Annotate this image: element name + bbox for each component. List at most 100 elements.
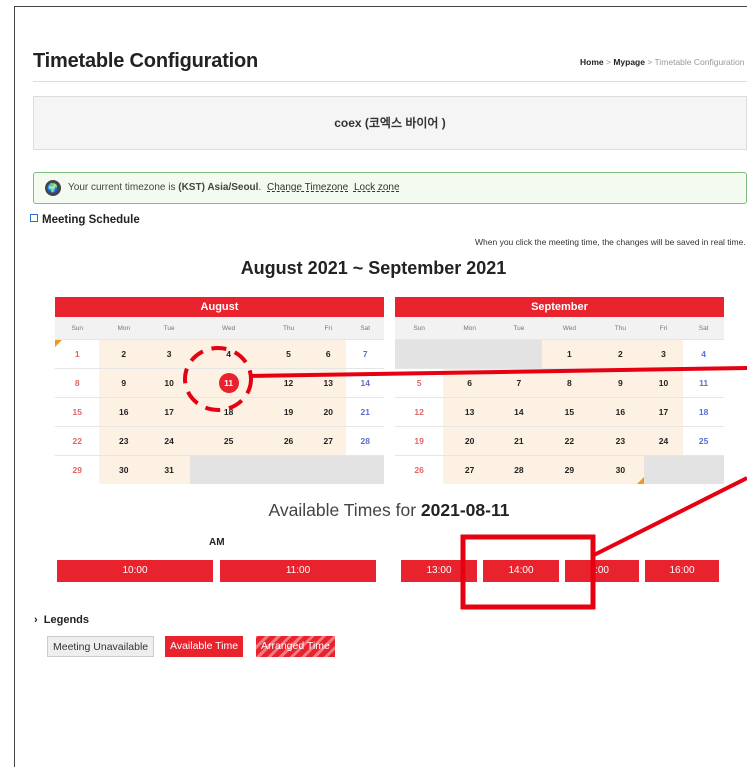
globe-icon: 🌍 [45, 180, 61, 196]
calendar-day[interactable]: 2 [99, 339, 149, 369]
breadcrumb-separator: > [603, 57, 614, 67]
calendar-day[interactable]: 1 [55, 339, 100, 369]
breadcrumb-home[interactable]: Home [580, 57, 604, 67]
calendar-day[interactable]: 10 [643, 368, 684, 398]
breadcrumb: Home > Mypage > Timetable Configuration [580, 57, 744, 67]
time-slot-button[interactable]: 13:00 [401, 560, 477, 582]
calendar-day[interactable]: 31 [148, 455, 191, 484]
meeting-schedule-label: Meeting Schedule [42, 214, 140, 226]
time-slot-button[interactable]: 16:00 [645, 560, 719, 582]
weekday-header: Mon [443, 317, 497, 340]
calendar-day[interactable]: 3 [148, 339, 191, 369]
calendar-day[interactable]: 2 [597, 339, 644, 369]
weekday-header: Sun [55, 317, 100, 340]
calendar-day[interactable]: 1 [541, 339, 598, 369]
page-title: Timetable Configuration [33, 50, 259, 72]
calendar-day[interactable]: 28 [496, 455, 542, 484]
calendar-day-empty [443, 339, 497, 369]
calendar-day[interactable]: 26 [395, 455, 444, 484]
title-divider [33, 81, 747, 82]
calendar-day[interactable]: 26 [267, 426, 311, 456]
timezone-period: . [258, 182, 262, 193]
calendar-day[interactable]: 16 [99, 397, 149, 427]
calendar-day[interactable]: 20 [310, 397, 347, 427]
calendar-day[interactable]: 27 [443, 455, 497, 484]
calendar-day[interactable]: 9 [99, 368, 149, 398]
legends-heading[interactable]: › Legends [34, 614, 89, 626]
lock-zone-link[interactable]: Lock zone [354, 182, 400, 193]
square-bullet-icon [30, 214, 38, 222]
calendar-day[interactable]: 19 [267, 397, 311, 427]
calendar-day[interactable]: 10 [148, 368, 191, 398]
calendar-day[interactable]: 22 [55, 426, 100, 456]
breadcrumb-separator: > [644, 57, 655, 67]
calendar-day[interactable]: 11 [683, 368, 724, 398]
calendar-day[interactable]: 6 [443, 368, 497, 398]
calendar-day[interactable]: 14 [496, 397, 542, 427]
calendar-day[interactable]: 25 [683, 426, 724, 456]
calendar-day[interactable]: 3 [643, 339, 684, 369]
calendar-day[interactable]: 4 [683, 339, 724, 369]
time-slot-button[interactable]: :00 [565, 560, 639, 582]
calendar-day[interactable]: 17 [148, 397, 191, 427]
calendar-day-empty [395, 339, 444, 369]
calendar-day[interactable]: 7 [346, 339, 384, 369]
weekday-header: Thu [597, 317, 644, 340]
calendar-day[interactable]: 6 [310, 339, 347, 369]
calendar-day[interactable]: 15 [55, 397, 100, 427]
change-timezone-link[interactable]: Change Timezone [267, 182, 348, 193]
calendar-day-empty [643, 455, 684, 484]
calendar-august: August Sun Mon Tue Wed Thu Fri Sat 1 2 3… [55, 297, 384, 484]
calendar-day[interactable]: 13 [310, 368, 347, 398]
calendar-day-empty [496, 339, 542, 369]
calendar-day[interactable]: 13 [443, 397, 497, 427]
breadcrumb-mypage[interactable]: Mypage [613, 57, 645, 67]
calendar-day[interactable]: 12 [267, 368, 311, 398]
weekday-header: Wed [190, 317, 268, 340]
calendar-day[interactable]: 29 [541, 455, 598, 484]
calendar-day[interactable]: 24 [643, 426, 684, 456]
calendar-day[interactable]: 21 [346, 397, 384, 427]
calendar-day[interactable]: 8 [55, 368, 100, 398]
weekday-header: Sat [683, 317, 724, 340]
calendar-day[interactable]: 24 [148, 426, 191, 456]
time-slot-button[interactable]: 11:00 [220, 560, 376, 582]
calendar-day[interactable]: 27 [310, 426, 347, 456]
time-slot-button[interactable]: 10:00 [57, 560, 213, 582]
calendar-day[interactable]: 18 [683, 397, 724, 427]
calendar-day[interactable]: 7 [496, 368, 542, 398]
calendar-day[interactable]: 16 [597, 397, 644, 427]
calendar-day[interactable]: 20 [443, 426, 497, 456]
day-number: 1 [74, 349, 80, 359]
calendar-month-title: September [395, 297, 724, 317]
calendar-day-selected[interactable]: 11 [190, 368, 268, 398]
calendar-day-empty [267, 455, 311, 484]
calendar-day[interactable]: 30 [597, 455, 644, 484]
calendar-day[interactable]: 19 [395, 426, 444, 456]
realtime-save-hint: When you click the meeting time, the cha… [475, 237, 746, 247]
company-name: coex (코엑스 바이어 ) [33, 96, 747, 150]
calendar-day[interactable]: 23 [597, 426, 644, 456]
calendar-day[interactable]: 17 [643, 397, 684, 427]
calendar-day[interactable]: 9 [597, 368, 644, 398]
calendar-day[interactable]: 5 [395, 368, 444, 398]
calendar-day[interactable]: 28 [346, 426, 384, 456]
calendar-day[interactable]: 22 [541, 426, 598, 456]
weekday-header: Tue [148, 317, 191, 340]
calendar-day[interactable]: 25 [190, 426, 268, 456]
calendar-day[interactable]: 29 [55, 455, 100, 484]
calendar-day[interactable]: 5 [267, 339, 311, 369]
legend-meeting-unavailable: Meeting Unavailable [47, 636, 155, 657]
calendar-day[interactable]: 23 [99, 426, 149, 456]
time-slot-button[interactable]: 14:00 [483, 560, 559, 582]
calendar-day[interactable]: 18 [190, 397, 268, 427]
calendar-day-empty [683, 455, 724, 484]
calendar-day[interactable]: 14 [346, 368, 384, 398]
calendar-day[interactable]: 12 [395, 397, 444, 427]
calendar-day[interactable]: 30 [99, 455, 149, 484]
date-range-title: August 2021 ~ September 2021 [240, 258, 507, 278]
calendar-day[interactable]: 4 [190, 339, 268, 369]
calendar-day[interactable]: 8 [541, 368, 598, 398]
calendar-day[interactable]: 15 [541, 397, 598, 427]
calendar-day[interactable]: 21 [496, 426, 542, 456]
